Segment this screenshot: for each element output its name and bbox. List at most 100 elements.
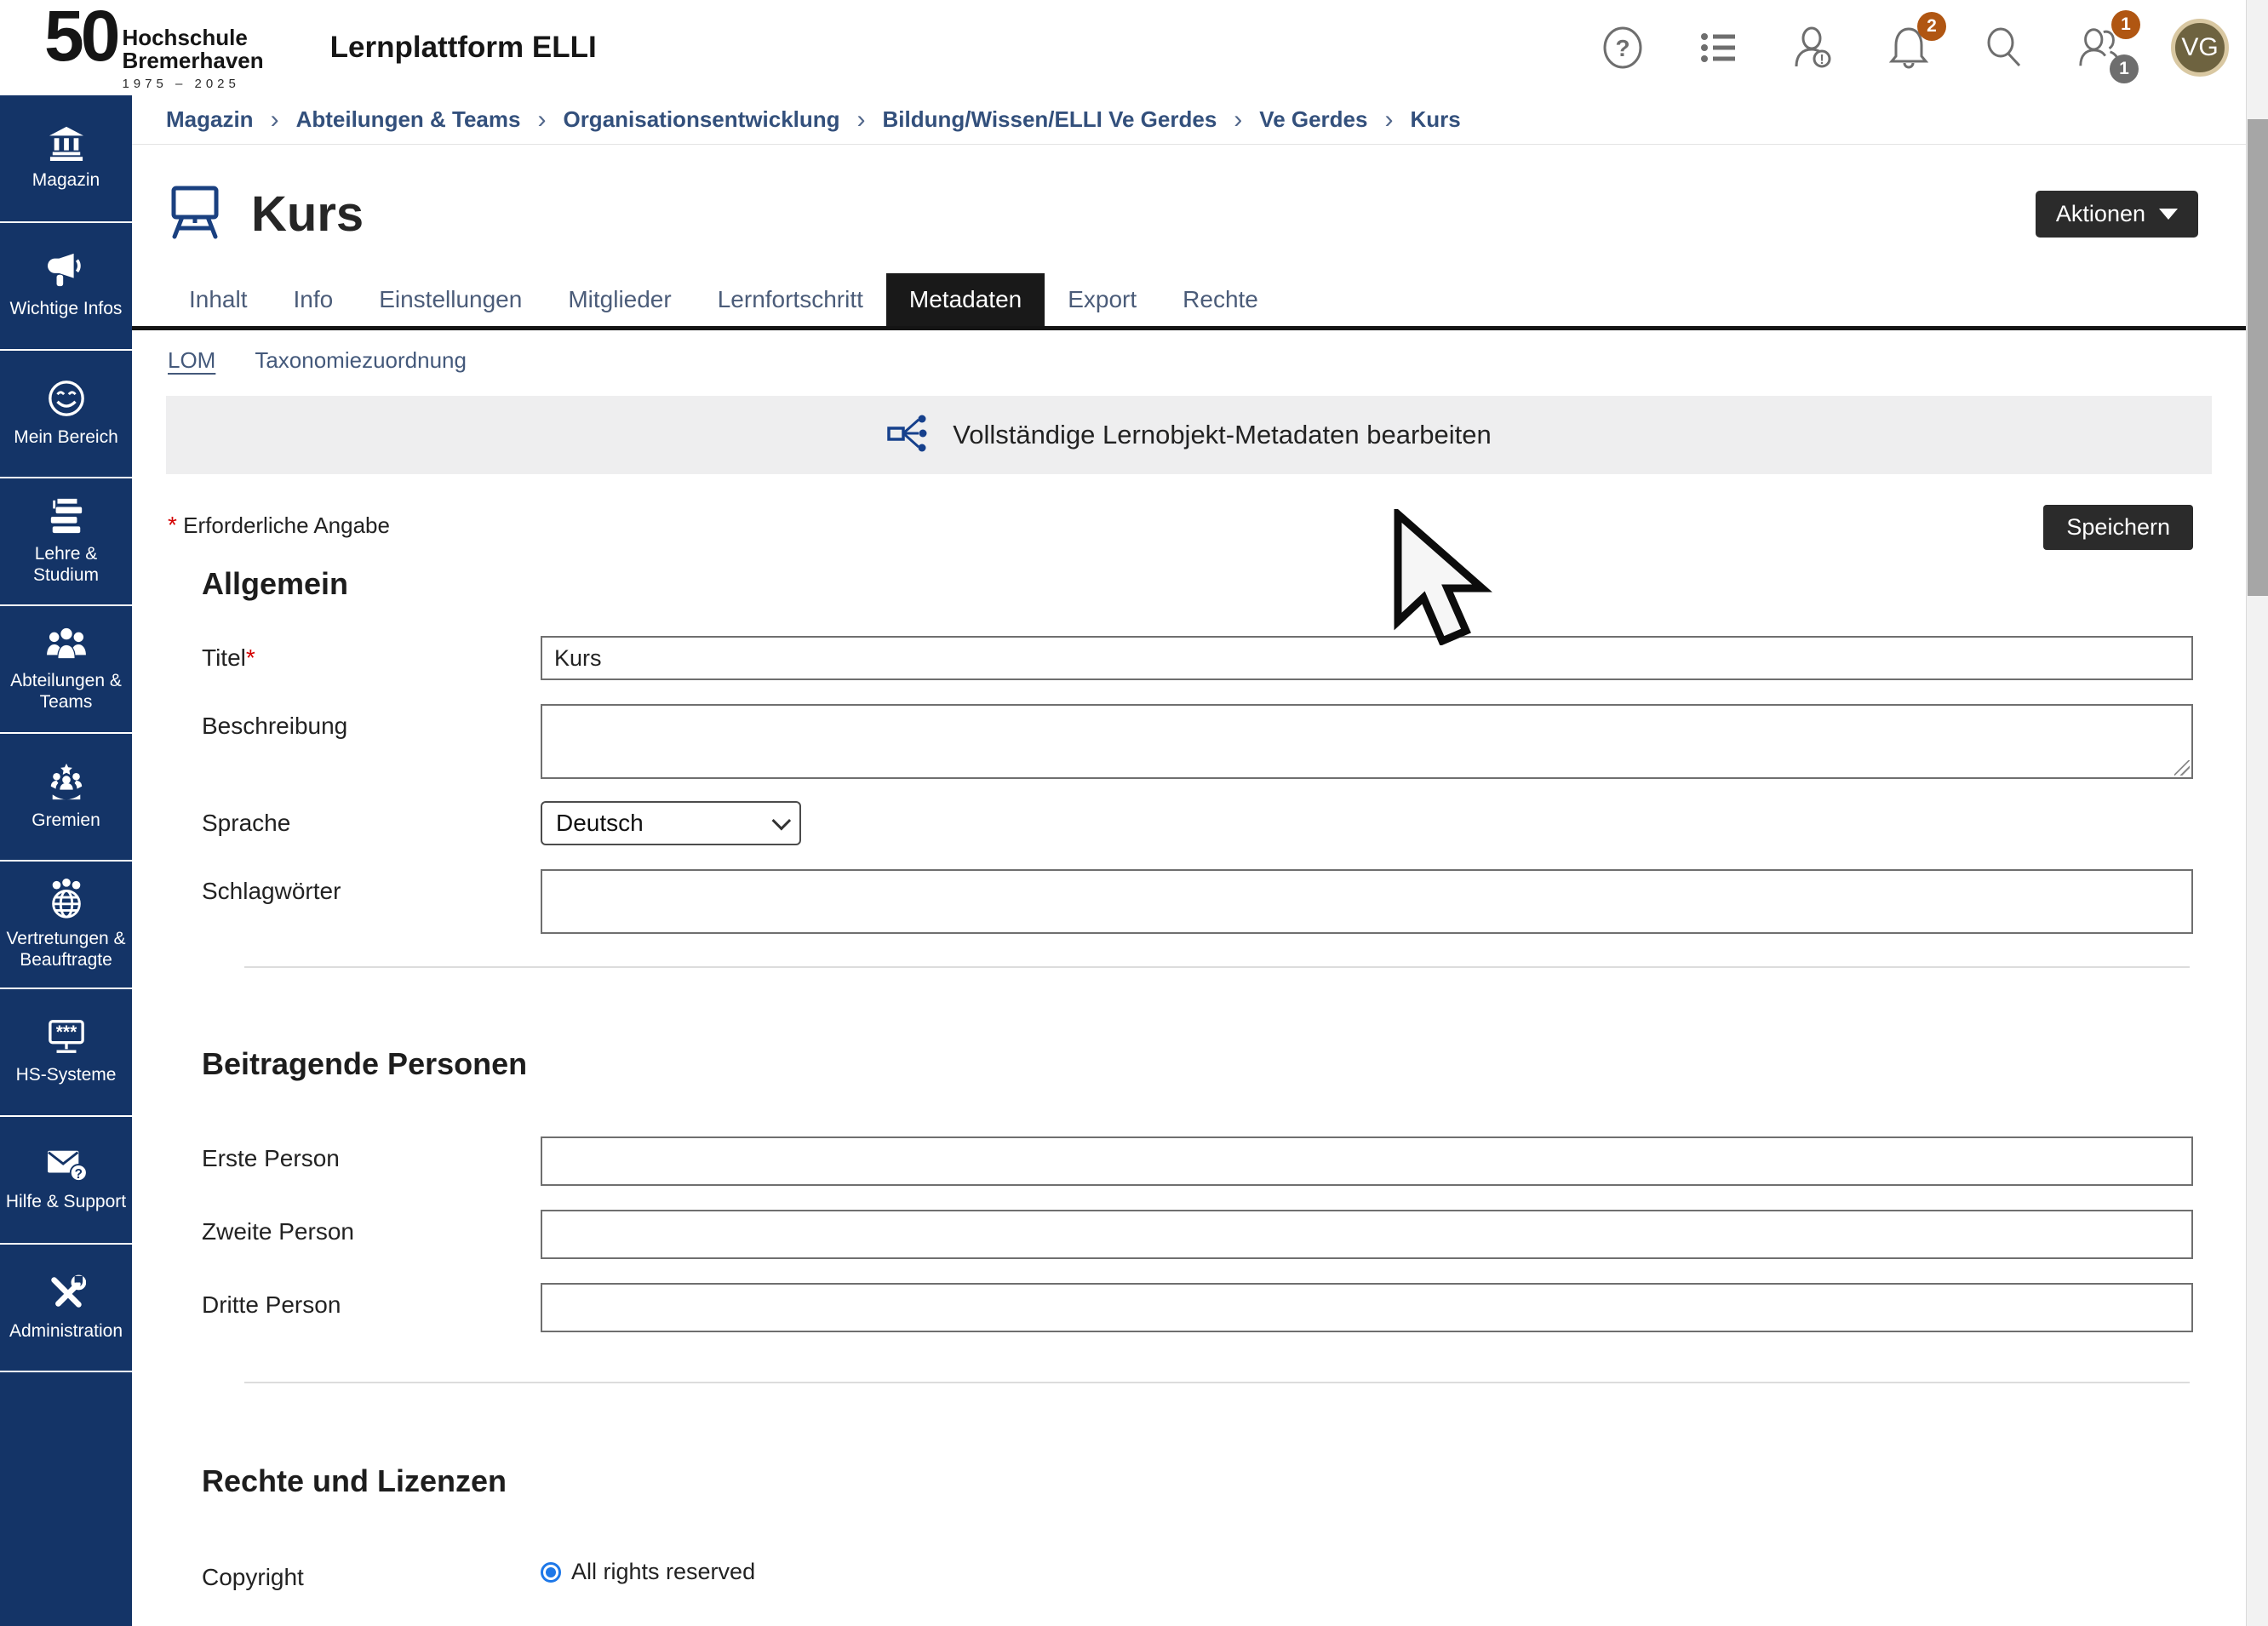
search-icon[interactable] bbox=[1980, 24, 2028, 72]
sidebar-item-gremien[interactable]: Gremien bbox=[0, 734, 132, 862]
chevron-right-icon: › bbox=[1384, 106, 1393, 135]
edit-full-metadata-banner[interactable]: Vollständige Lernobjekt-Metadaten bearbe… bbox=[166, 396, 2212, 474]
beschreibung-label: Beschreibung bbox=[202, 704, 541, 740]
sidebar-item-abteilungen-teams[interactable]: Abteilungen & Teams bbox=[0, 606, 132, 734]
subtab-taxonomiezuordnung[interactable]: Taxonomiezuordnung bbox=[255, 347, 467, 374]
contacts-icon[interactable]: 1 1 bbox=[2076, 24, 2123, 72]
tab-mitglieder[interactable]: Mitglieder bbox=[545, 273, 694, 326]
erste-person-input[interactable] bbox=[541, 1136, 2193, 1186]
banner-label: Vollständige Lernobjekt-Metadaten bearbe… bbox=[953, 420, 1492, 450]
breadcrumb-item-ve-gerdes[interactable]: Ve Gerdes bbox=[1259, 106, 1367, 133]
avatar[interactable]: VG bbox=[2171, 19, 2229, 77]
beschreibung-textarea[interactable] bbox=[542, 706, 2191, 777]
form-row-zweite-person: Zweite Person bbox=[202, 1210, 2193, 1259]
breadcrumb-item-bildung-wissen[interactable]: Bildung/Wissen/ELLI Ve Gerdes bbox=[883, 106, 1217, 133]
titel-input[interactable] bbox=[541, 636, 2193, 680]
sidebar-item-label: Wichtige Infos bbox=[10, 298, 123, 319]
subtab-bar: LOM Taxonomiezuordnung bbox=[132, 330, 2246, 386]
copyright-radio-selected[interactable] bbox=[541, 1562, 561, 1583]
breadcrumb-item-kurs[interactable]: Kurs bbox=[1410, 106, 1460, 133]
breadcrumb: Magazin › Abteilungen & Teams › Organisa… bbox=[132, 95, 2246, 145]
sidebar-item-label: Magazin bbox=[32, 169, 100, 191]
sidebar-item-wichtige-infos[interactable]: Wichtige Infos bbox=[0, 223, 132, 351]
breadcrumb-item-organisationsentwicklung[interactable]: Organisationsentwicklung bbox=[563, 106, 839, 133]
subtab-lom[interactable]: LOM bbox=[168, 347, 215, 374]
logo-name-line1: Hochschule bbox=[122, 26, 263, 49]
sprache-selected-value: Deutsch bbox=[556, 810, 644, 837]
vertical-scrollbar bbox=[2246, 0, 2268, 1626]
tab-einstellungen[interactable]: Einstellungen bbox=[356, 273, 545, 326]
dritte-person-input[interactable] bbox=[541, 1283, 2193, 1332]
svg-text:!: ! bbox=[1819, 53, 1824, 67]
logo-name-line2: Bremerhaven bbox=[122, 49, 263, 72]
page-title: Kurs bbox=[251, 186, 364, 243]
tab-rechte[interactable]: Rechte bbox=[1160, 273, 1281, 326]
svg-text:?: ? bbox=[74, 1168, 82, 1182]
tab-info[interactable]: Info bbox=[271, 273, 357, 326]
metadata-graph-icon bbox=[886, 411, 931, 460]
tab-bar: Inhalt Info Einstellungen Mitglieder Ler… bbox=[132, 273, 2246, 330]
chevron-right-icon: › bbox=[271, 106, 279, 135]
bank-icon bbox=[47, 125, 86, 161]
section-heading-beitragende: Beitragende Personen bbox=[202, 1046, 2246, 1082]
university-logo[interactable]: 50 Hochschule Bremerhaven 1975 – 2025 bbox=[44, 4, 264, 92]
user-status-icon[interactable]: ! bbox=[1790, 24, 1837, 72]
form-row-schlagwoerter: Schlagwörter bbox=[202, 869, 2193, 934]
globe-people-icon bbox=[46, 879, 87, 919]
form-row-copyright: Copyright All rights reserved bbox=[202, 1555, 2193, 1591]
form-row-sprache: Sprache Deutsch bbox=[202, 801, 2193, 845]
list-icon[interactable] bbox=[1694, 24, 1742, 72]
schlagwoerter-input[interactable] bbox=[541, 869, 2193, 934]
scrollbar-thumb[interactable] bbox=[2248, 119, 2268, 596]
sidebar-item-label: Vertretungen & Beauftragte bbox=[3, 928, 129, 970]
help-icon[interactable]: ? bbox=[1599, 24, 1647, 72]
tab-export[interactable]: Export bbox=[1045, 273, 1160, 326]
logo-anniversary-number: 50 bbox=[44, 4, 117, 69]
breadcrumb-item-magazin[interactable]: Magazin bbox=[166, 106, 254, 133]
books-cap-icon bbox=[46, 497, 87, 535]
chevron-down-icon bbox=[772, 811, 792, 831]
sidebar-item-label: Administration bbox=[9, 1320, 123, 1342]
copyright-label: Copyright bbox=[202, 1555, 541, 1591]
resize-grip[interactable] bbox=[2174, 760, 2190, 776]
section-heading-rechte: Rechte und Lizenzen bbox=[202, 1463, 2246, 1499]
course-board-icon bbox=[168, 182, 227, 246]
save-button[interactable]: Speichern bbox=[2043, 505, 2193, 550]
main-content: Magazin › Abteilungen & Teams › Organisa… bbox=[132, 95, 2246, 1626]
tools-icon bbox=[47, 1273, 86, 1312]
sidebar-item-lehre-studium[interactable]: Lehre & Studium bbox=[0, 478, 132, 606]
sidebar-item-vertretungen-beauftragte[interactable]: Vertretungen & Beauftragte bbox=[0, 862, 132, 989]
committee-icon bbox=[46, 762, 87, 801]
top-header: 50 Hochschule Bremerhaven 1975 – 2025 Le… bbox=[0, 0, 2268, 95]
page-header: Kurs Aktionen bbox=[132, 145, 2246, 246]
sidebar: Magazin Wichtige Infos Mein bbox=[0, 95, 132, 1626]
sidebar-item-mein-bereich[interactable]: Mein Bereich bbox=[0, 351, 132, 478]
chevron-right-icon: › bbox=[1234, 106, 1242, 135]
copyright-radio-label: All rights reserved bbox=[571, 1559, 755, 1585]
monitor-icon: *** bbox=[46, 1018, 87, 1056]
zweite-person-input[interactable] bbox=[541, 1210, 2193, 1259]
tab-inhalt[interactable]: Inhalt bbox=[166, 273, 271, 326]
sprache-label: Sprache bbox=[202, 801, 541, 837]
breadcrumb-item-abteilungen-teams[interactable]: Abteilungen & Teams bbox=[296, 106, 521, 133]
tab-lernfortschritt[interactable]: Lernfortschritt bbox=[695, 273, 886, 326]
sidebar-item-label: Abteilungen & Teams bbox=[3, 670, 129, 713]
sidebar-item-administration[interactable]: Administration bbox=[0, 1245, 132, 1372]
sidebar-item-magazin[interactable]: Magazin bbox=[0, 95, 132, 223]
actions-button[interactable]: Aktionen bbox=[2036, 191, 2198, 238]
sprache-select[interactable]: Deutsch bbox=[541, 801, 801, 845]
bell-icon[interactable]: 2 bbox=[1885, 24, 1933, 72]
sidebar-item-hs-systeme[interactable]: *** HS-Systeme bbox=[0, 989, 132, 1117]
form-row-titel: Titel* bbox=[202, 636, 2193, 680]
section-divider bbox=[244, 966, 2190, 968]
schlagwoerter-label: Schlagwörter bbox=[202, 869, 541, 905]
app-title: Lernplattform ELLI bbox=[330, 31, 597, 65]
svg-text:***: *** bbox=[55, 1022, 77, 1042]
sidebar-item-label: Hilfe & Support bbox=[6, 1191, 126, 1212]
zweite-person-label: Zweite Person bbox=[202, 1210, 541, 1245]
tab-metadaten[interactable]: Metadaten bbox=[886, 273, 1045, 326]
header-icon-bar: ? ! bbox=[1599, 19, 2229, 77]
sidebar-item-label: Gremien bbox=[32, 810, 100, 831]
form-row-erste-person: Erste Person bbox=[202, 1136, 2193, 1186]
sidebar-item-hilfe-support[interactable]: ? Hilfe & Support bbox=[0, 1117, 132, 1245]
